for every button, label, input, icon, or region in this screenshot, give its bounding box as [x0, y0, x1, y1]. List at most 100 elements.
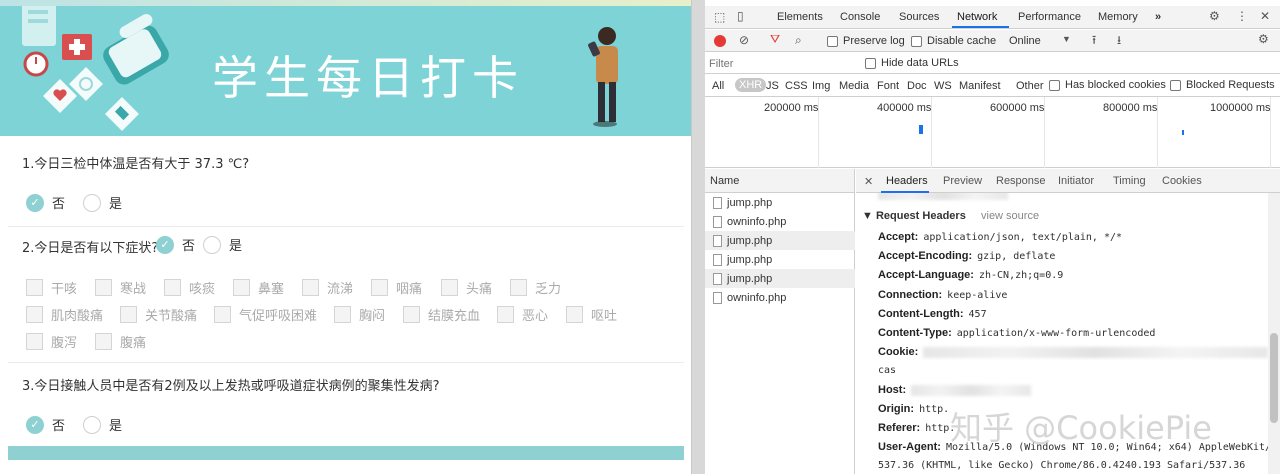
disable-cache-checkbox[interactable]: Disable cache: [911, 35, 996, 47]
symptom-label: 肌肉酸痛: [51, 309, 104, 324]
has-blocked-cookies-checkbox[interactable]: Has blocked cookies: [1049, 79, 1166, 91]
timeline-overview[interactable]: 200000 ms 400000 ms 600000 ms 800000 ms …: [705, 97, 1280, 168]
scrollbar[interactable]: [1268, 193, 1280, 474]
request-row[interactable]: owninfo.php: [705, 288, 855, 307]
symptom-checkbox[interactable]: 肌肉酸痛: [26, 305, 103, 324]
symptom-checkbox[interactable]: 腹泻: [26, 332, 77, 351]
symptom-checkbox[interactable]: 头痛: [441, 278, 492, 297]
hide-data-urls-checkbox[interactable]: Hide data URLs: [865, 57, 959, 69]
symptom-checkbox[interactable]: 鼻塞: [233, 278, 284, 297]
symptom-label: 鼻塞: [258, 282, 285, 297]
q1-option-yes[interactable]: 是: [83, 193, 122, 212]
symptom-checkbox[interactable]: 呕吐: [566, 305, 617, 324]
type-media[interactable]: Media: [839, 80, 869, 92]
header-line: Origin: http.: [878, 403, 949, 415]
network-settings-icon[interactable]: ⚙: [1258, 33, 1269, 45]
tab-response[interactable]: Response: [996, 175, 1046, 187]
request-row[interactable]: owninfo.php: [705, 212, 855, 231]
file-icon: [713, 272, 722, 285]
type-css[interactable]: CSS: [785, 80, 808, 92]
filter-icon[interactable]: ⛛: [770, 33, 780, 45]
header-key: Cookie:: [878, 346, 919, 358]
scrollbar-thumb[interactable]: [1270, 333, 1278, 423]
request-headers-section[interactable]: ▼ Request Headers: [862, 210, 966, 222]
more-options-icon[interactable]: ⋮: [1236, 10, 1248, 22]
type-img[interactable]: Img: [812, 80, 830, 92]
blocked-requests-checkbox[interactable]: Blocked Requests: [1170, 79, 1275, 91]
tab-console[interactable]: Console: [840, 11, 880, 23]
checkbox-icon: [441, 279, 458, 296]
type-doc[interactable]: Doc: [907, 80, 927, 92]
symptom-checkbox[interactable]: 胸闷: [334, 305, 385, 324]
watermark: 知乎 @CookiePie: [950, 409, 1212, 447]
type-font[interactable]: Font: [877, 80, 899, 92]
symptom-checkbox[interactable]: 流涕: [302, 278, 353, 297]
request-row[interactable]: jump.php: [705, 193, 855, 212]
type-all[interactable]: All: [712, 80, 724, 92]
header-value: http.: [919, 404, 950, 415]
symptom-checkbox[interactable]: 腹痛: [95, 332, 146, 351]
type-manifest[interactable]: Manifest: [959, 80, 1001, 92]
preserve-log-label: Preserve log: [843, 35, 905, 47]
q3-option-no[interactable]: ✓ 否: [26, 415, 65, 434]
symptom-checkbox[interactable]: 咽痛: [371, 278, 422, 297]
more-tabs-button[interactable]: »: [1155, 11, 1161, 23]
tab-initiator[interactable]: Initiator: [1058, 175, 1094, 187]
panel-divider[interactable]: [691, 0, 705, 474]
banner-title: 学生每日打卡: [212, 51, 524, 105]
type-ws[interactable]: WS: [934, 80, 952, 92]
symptom-checkbox[interactable]: 气促呼吸困难: [214, 305, 317, 324]
header-value: application/json, text/plain, */*: [923, 232, 1123, 243]
tab-performance[interactable]: Performance: [1018, 11, 1081, 23]
tab-elements[interactable]: Elements: [777, 11, 823, 23]
header-line: Host:: [878, 384, 1032, 396]
request-row-selected[interactable]: jump.php: [705, 231, 855, 250]
symptom-checkbox[interactable]: 恶心: [497, 305, 548, 324]
export-har-icon[interactable]: ⭳: [1117, 34, 1121, 46]
filter-input[interactable]: [709, 56, 851, 71]
record-icon[interactable]: [714, 35, 726, 47]
checkbox-icon: [1170, 79, 1181, 91]
symptom-checkbox[interactable]: 咳痰: [164, 278, 215, 297]
request-list-header[interactable]: Name: [705, 169, 855, 193]
q2-option-no[interactable]: ✓ 否: [156, 235, 195, 254]
import-har-icon[interactable]: ⭱: [1092, 34, 1096, 46]
symptom-checkbox[interactable]: 寒战: [95, 278, 146, 297]
type-other[interactable]: Other: [1016, 80, 1044, 92]
resource-type-filter: All XHR JS CSS Img Media Font Doc WS Man…: [705, 75, 1280, 97]
close-icon[interactable]: ✕: [1260, 10, 1270, 22]
type-xhr[interactable]: XHR: [735, 78, 767, 92]
settings-icon[interactable]: ⚙: [1209, 10, 1220, 22]
tab-sources[interactable]: Sources: [899, 11, 939, 23]
chevron-down-icon[interactable]: ▼: [1062, 35, 1071, 44]
q2-option-yes[interactable]: 是: [203, 235, 242, 254]
inspect-icon[interactable]: ⬚: [714, 11, 725, 23]
throttling-select[interactable]: Online: [1009, 35, 1041, 47]
tab-network[interactable]: Network: [957, 11, 997, 23]
clear-icon[interactable]: ⊘: [739, 34, 749, 46]
symptom-checkbox[interactable]: 干咳: [26, 278, 77, 297]
symptom-checkbox[interactable]: 乏力: [510, 278, 561, 297]
close-icon[interactable]: ✕: [864, 175, 873, 188]
checkbox-icon: [865, 57, 876, 69]
view-source-link[interactable]: view source: [981, 210, 1039, 222]
request-row[interactable]: jump.php: [705, 269, 855, 288]
checkbox-icon: [214, 306, 231, 323]
divider: [8, 226, 684, 227]
tab-cookies[interactable]: Cookies: [1162, 175, 1202, 187]
tab-preview[interactable]: Preview: [943, 175, 982, 187]
tab-timing[interactable]: Timing: [1113, 175, 1146, 187]
q3-option-yes[interactable]: 是: [83, 415, 122, 434]
tab-memory[interactable]: Memory: [1098, 11, 1138, 23]
tab-headers[interactable]: Headers: [886, 175, 928, 187]
device-toolbar-icon[interactable]: ▯: [737, 10, 744, 22]
symptom-checkbox[interactable]: 结膜充血: [403, 305, 480, 324]
type-js[interactable]: JS: [766, 80, 779, 92]
request-row[interactable]: jump.php: [705, 250, 855, 269]
q1-option-no[interactable]: ✓ 否: [26, 193, 65, 212]
preserve-log-checkbox[interactable]: Preserve log: [827, 35, 905, 47]
checked-icon: ✓: [156, 235, 174, 254]
hide-data-urls-label: Hide data URLs: [881, 57, 959, 69]
search-icon[interactable]: ⌕: [795, 34, 802, 46]
symptom-checkbox[interactable]: 关节酸痛: [120, 305, 197, 324]
